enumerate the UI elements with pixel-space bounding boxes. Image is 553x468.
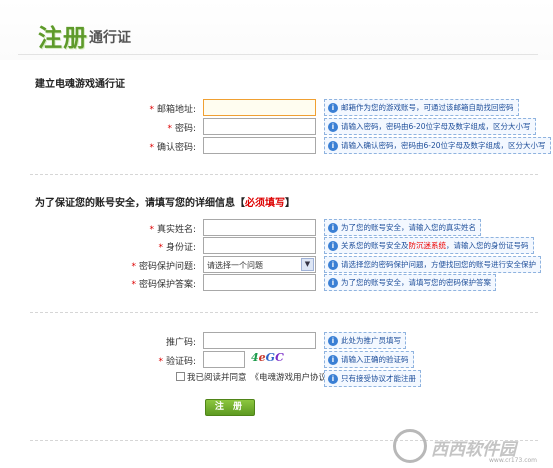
section-divider: [30, 174, 538, 175]
required-star: *: [149, 105, 154, 115]
required-star: *: [149, 143, 154, 153]
captcha-input[interactable]: [203, 351, 245, 368]
security-answer-input[interactable]: [203, 274, 316, 291]
password-label: * 密码:: [167, 124, 196, 134]
required-star: *: [131, 280, 136, 290]
security-question-label: * 密码保护问题:: [131, 262, 196, 272]
real-name-label: * 真实姓名:: [149, 225, 196, 235]
watermark-url: www.cr173.com: [489, 457, 538, 464]
required-star: *: [149, 225, 154, 235]
section-title-create-account: 建立电魂游戏通行证: [35, 79, 125, 90]
real-name-tip: i 为了您的账号安全，请输入您的真实姓名: [324, 219, 481, 236]
form-row-captcha: * 验证码: 4eGC i 请输入正确的验证码: [0, 351, 553, 369]
required-star: *: [158, 357, 163, 367]
security-question-select[interactable]: 请选择一个问题 ▼: [203, 256, 316, 273]
confirm-password-label: * 确认密码:: [149, 143, 196, 153]
security-answer-tip: i 为了您的账号安全，请填写您的密码保护答案: [324, 274, 496, 291]
section-divider: [30, 312, 538, 313]
chevron-down-icon[interactable]: ▼: [301, 258, 314, 271]
required-star: *: [167, 124, 172, 134]
id-card-input[interactable]: [203, 237, 316, 254]
form-row-security-question: * 密码保护问题: 请选择一个问题 ▼ i 请选择您的密码保护问题，方便找回您的账号进…: [0, 256, 553, 274]
promo-code-label: 推广码:: [165, 338, 196, 348]
info-icon: i: [328, 241, 338, 251]
confirm-password-tip: i 请输入确认密码，密码由6-20位字母及数字组成，区分大小写: [324, 137, 551, 154]
info-icon: i: [328, 336, 338, 346]
id-card-tip: i 关系您的账号安全及防沉迷系统，请输入您的身份证号码: [324, 237, 534, 254]
info-icon: i: [328, 103, 338, 113]
form-row-confirm-password: * 确认密码: i 请输入确认密码，密码由6-20位字母及数字组成，区分大小写: [0, 137, 553, 155]
info-icon: i: [328, 122, 338, 132]
register-button[interactable]: 注 册: [205, 399, 255, 416]
required-star: *: [131, 262, 136, 272]
password-input[interactable]: [203, 118, 316, 135]
form-row-id-card: * 身份证: i 关系您的账号安全及防沉迷系统，请输入您的身份证号码: [0, 237, 553, 255]
info-icon: i: [328, 374, 338, 384]
id-card-label: * 身份证:: [158, 243, 196, 253]
form-row-email: * 邮箱地址: i 邮箱作为您的游戏账号，可通过该邮箱自助找回密码: [0, 99, 553, 117]
info-icon: i: [328, 355, 338, 365]
captcha-tip: i 请输入正确的验证码: [324, 351, 414, 368]
section-title-security-info: 为了保证您的账号安全，请填写您的详细信息【必须填写】: [35, 198, 295, 209]
promo-code-input[interactable]: [203, 332, 316, 349]
real-name-input[interactable]: [203, 219, 316, 236]
captcha-image[interactable]: 4eGC: [251, 351, 291, 368]
confirm-password-input[interactable]: [203, 137, 316, 154]
form-row-security-answer: * 密码保护答案: i 为了您的账号安全，请填写您的密码保护答案: [0, 274, 553, 292]
pass-logo-text: 通行证: [89, 30, 131, 46]
required-emphasis: 必须填写: [245, 198, 285, 209]
form-row-promo-code: 推广码: i 此处为推广员填写: [0, 332, 553, 350]
site-watermark: 西西软件园 www.cr173.com: [393, 425, 551, 467]
agreement-tip-row: i 只有接受协议才能注册: [0, 370, 553, 388]
page-header: 注册 通行证: [0, 0, 553, 60]
info-icon: i: [328, 141, 338, 151]
info-icon: i: [328, 278, 338, 288]
email-input[interactable]: [203, 99, 316, 116]
form-row-password: * 密码: i 请输入密码，密码由6-20位字母及数字组成，区分大小写: [0, 118, 553, 136]
promo-code-tip: i 此处为推广员填写: [324, 332, 406, 349]
agreement-tip: i 只有接受协议才能注册: [324, 370, 421, 387]
security-answer-label: * 密码保护答案:: [131, 280, 196, 290]
info-icon: i: [328, 223, 338, 233]
register-logo: 注册: [38, 24, 88, 52]
email-tip: i 邮箱作为您的游戏账号，可通过该邮箱自助找回密码: [324, 99, 519, 116]
email-label: * 邮箱地址:: [149, 105, 196, 115]
security-question-tip: i 请选择您的密码保护问题，方便找回您的账号进行安全保护: [324, 256, 541, 273]
watermark-logo-icon: [393, 429, 427, 463]
captcha-label: * 验证码:: [158, 357, 196, 367]
form-row-real-name: * 真实姓名: i 为了您的账号安全，请输入您的真实姓名: [0, 219, 553, 237]
required-star: *: [158, 243, 163, 253]
info-icon: i: [328, 260, 338, 270]
header-divider: [18, 54, 538, 55]
password-tip: i 请输入密码，密码由6-20位字母及数字组成，区分大小写: [324, 118, 536, 135]
